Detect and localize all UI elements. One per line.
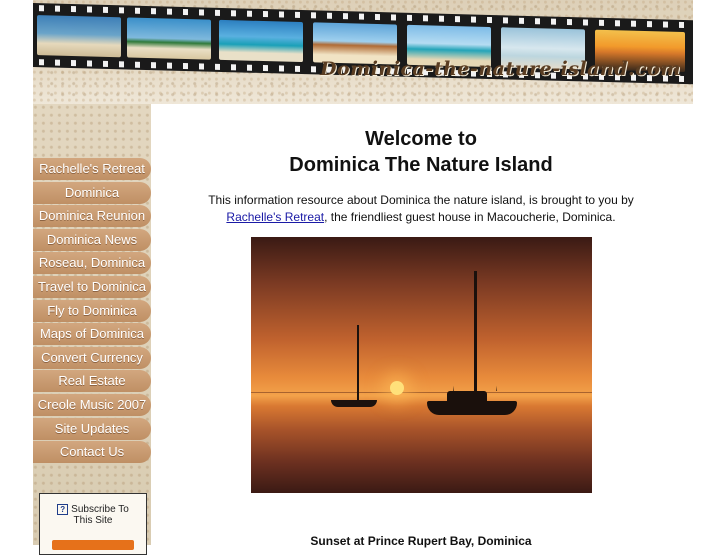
header-banner: Dominica-the-nature-island.com bbox=[33, 0, 693, 104]
sailboat-small-hull bbox=[331, 400, 377, 407]
page-title-line-2: Dominica The Nature Island bbox=[289, 154, 553, 176]
nav-item-travel-to-dominica[interactable]: Travel to Dominica bbox=[33, 275, 151, 298]
nav-item-convert-currency[interactable]: Convert Currency bbox=[33, 346, 151, 369]
help-icon[interactable]: ? bbox=[57, 504, 69, 515]
banner-photo-blue-sea bbox=[219, 19, 303, 63]
sidebar-nav: Rachelle's Retreat Dominica Dominica Reu… bbox=[33, 158, 151, 465]
banner-photo-palm-beach bbox=[127, 17, 211, 60]
nav-item-real-estate[interactable]: Real Estate bbox=[33, 370, 151, 393]
nav-item-dominica-news[interactable]: Dominica News bbox=[33, 228, 151, 251]
main-content: Welcome to Dominica The Nature Island Th… bbox=[151, 104, 693, 548]
banner-photo-beach-waves bbox=[37, 15, 121, 58]
page-title-line-1: Welcome to bbox=[365, 128, 477, 150]
subscribe-line-1: ? Subscribe To bbox=[40, 504, 146, 515]
nav-item-dominica-reunion[interactable]: Dominica Reunion bbox=[33, 205, 151, 228]
subscribe-label: Subscribe To bbox=[71, 504, 129, 516]
page-title: Welcome to Dominica The Nature Island bbox=[151, 126, 691, 178]
photo-caption: Sunset at Prince Rupert Bay, Dominica bbox=[310, 534, 532, 548]
rachelles-retreat-link[interactable]: Rachelle's Retreat bbox=[226, 210, 324, 224]
catamaran-mast bbox=[474, 271, 477, 393]
nav-item-roseau-dominica[interactable]: Roseau, Dominica bbox=[33, 252, 151, 275]
intro-text-2: , the friendliest guest house in Macouch… bbox=[324, 210, 616, 224]
nav-item-rachelles-retreat[interactable]: Rachelle's Retreat bbox=[33, 158, 151, 180]
nav-item-site-updates[interactable]: Site Updates bbox=[33, 417, 151, 440]
sailboat-small-mast bbox=[357, 325, 359, 401]
photo-horizon bbox=[251, 392, 592, 393]
sunset-photo bbox=[251, 237, 592, 493]
catamaran-hull bbox=[427, 401, 517, 415]
nav-item-dominica[interactable]: Dominica bbox=[33, 181, 151, 204]
intro-paragraph: This information resource about Dominica… bbox=[181, 192, 661, 226]
subscribe-label-2: This Site bbox=[73, 515, 113, 527]
site-logo-text[interactable]: Dominica-the-nature-island.com bbox=[320, 58, 681, 80]
nav-item-contact-us[interactable]: Contact Us bbox=[33, 441, 151, 464]
catamaran-cabin bbox=[447, 391, 487, 401]
intro-text-1: This information resource about Dominica… bbox=[208, 193, 634, 207]
photo-sun bbox=[390, 381, 404, 395]
nav-item-fly-to-dominica[interactable]: Fly to Dominica bbox=[33, 299, 151, 322]
subscribe-box: ? Subscribe To This Site bbox=[39, 493, 147, 555]
nav-item-maps-of-dominica[interactable]: Maps of Dominica bbox=[33, 323, 151, 346]
nav-item-creole-music-2007[interactable]: Creole Music 2007 bbox=[33, 393, 151, 416]
subscribe-button[interactable] bbox=[52, 540, 134, 550]
